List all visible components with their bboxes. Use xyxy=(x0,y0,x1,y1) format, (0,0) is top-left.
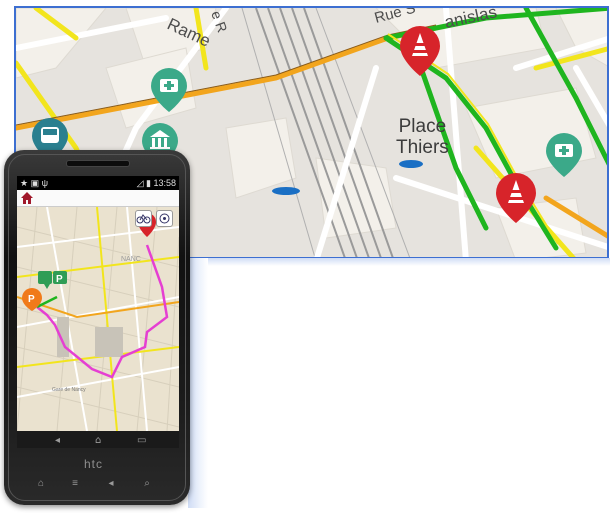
hw-search-icon[interactable]: ⌕ xyxy=(136,477,158,491)
back-icon[interactable]: ◂ xyxy=(55,435,60,446)
status-bar: ★ ▣ ψ ◿ ▮ 13:58 xyxy=(17,176,179,190)
app-header xyxy=(17,190,179,207)
hardware-keys: ⌂ ≡ ◂ ⌕ xyxy=(24,477,174,493)
hw-home-icon[interactable]: ⌂ xyxy=(30,477,52,491)
parking-letter: P xyxy=(56,274,63,285)
android-nav-bar: ◂ ⌂ ▭ xyxy=(17,431,179,448)
mini-map-canvas: NANC Gare de Nancy xyxy=(17,207,179,431)
hospital-icon[interactable] xyxy=(546,133,582,177)
signal-icon: ◿ ▮ xyxy=(136,178,151,188)
mini-map-label: NANC xyxy=(121,256,141,263)
panel-shadow-side xyxy=(188,258,208,508)
bike-icon xyxy=(136,214,151,224)
parking-letter: P xyxy=(28,294,35,305)
hw-back-icon[interactable]: ◂ xyxy=(100,477,122,491)
parking-marker-icon[interactable]: P xyxy=(21,288,43,312)
smartphone: ★ ▣ ψ ◿ ▮ 13:58 NANC Gare de Nancy P P ◂… xyxy=(4,150,190,505)
earpiece-speaker xyxy=(66,160,130,167)
clock-time: 13:58 xyxy=(153,178,176,188)
bike-mode-button[interactable] xyxy=(135,210,152,227)
status-icons: ★ ▣ ψ xyxy=(20,178,48,188)
locate-button[interactable] xyxy=(156,210,173,227)
mini-map-label: Gare de Nancy xyxy=(52,387,86,393)
hw-menu-icon[interactable]: ≡ xyxy=(64,477,86,491)
status-clock: ◿ ▮ 13:58 xyxy=(137,176,176,190)
place-label: Place Thiers xyxy=(396,116,449,158)
brand-logo: htc xyxy=(84,457,104,471)
locate-icon xyxy=(159,213,170,224)
mini-map[interactable]: NANC Gare de Nancy P P xyxy=(17,207,179,431)
home-nav-icon[interactable]: ⌂ xyxy=(95,435,101,446)
phone-screen: ★ ▣ ψ ◿ ▮ 13:58 NANC Gare de Nancy P P ◂… xyxy=(17,176,179,448)
recents-icon[interactable]: ▭ xyxy=(137,435,146,446)
home-icon[interactable] xyxy=(20,191,34,205)
